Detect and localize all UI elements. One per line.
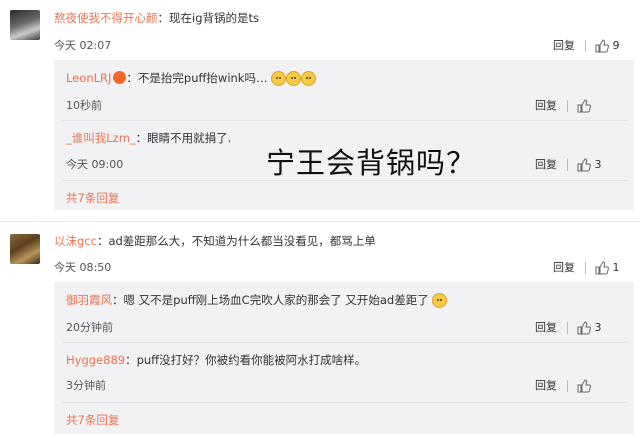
reply-actions: 回复 3 bbox=[535, 156, 602, 172]
reply-button[interactable]: 回复 bbox=[535, 321, 557, 334]
more-replies-link[interactable]: 共7条回复 bbox=[66, 412, 119, 428]
reply-button[interactable]: 回复 bbox=[535, 158, 557, 171]
reply-username[interactable]: LeonLRJ bbox=[66, 71, 111, 85]
like-count: 1 bbox=[612, 261, 620, 274]
reply-text: ：puff没打好？你被约看你能被阿水打成啥样。 bbox=[125, 353, 367, 367]
divider bbox=[62, 120, 628, 121]
more-replies-link[interactable]: 共7条回复 bbox=[66, 190, 119, 206]
emoji-icon bbox=[432, 293, 448, 308]
reply-time: 10秒前 bbox=[66, 99, 102, 112]
reply-button[interactable]: 回复 bbox=[553, 261, 575, 274]
like-count: 9 bbox=[612, 39, 620, 52]
reply-2-2: Hygge889：puff没打好？你被约看你能被阿水打成啥样。 bbox=[66, 352, 366, 368]
reply-button[interactable]: 回复 bbox=[535, 379, 557, 392]
divider bbox=[584, 40, 586, 52]
reply-text: ：不是抬完puff抬wink吗… bbox=[126, 71, 268, 85]
like-count: 3 bbox=[594, 321, 602, 334]
divider bbox=[62, 342, 628, 343]
like-count: 3 bbox=[594, 158, 602, 171]
comment-2-time: 今天 08:50 bbox=[54, 261, 112, 274]
divider bbox=[566, 100, 568, 112]
comment-1-time: 今天 02:07 bbox=[54, 39, 112, 52]
thumbs-up-icon[interactable] bbox=[577, 158, 591, 172]
thumbs-up-icon[interactable] bbox=[595, 261, 609, 275]
emoji-icon bbox=[286, 71, 302, 86]
comment-1-username[interactable]: 熬夜使我不得开心颜 bbox=[54, 11, 158, 25]
avatar[interactable] bbox=[10, 10, 40, 40]
comment-2-actions: 回复 1 bbox=[553, 259, 620, 275]
reply-time: 今天 09:00 bbox=[66, 158, 124, 171]
divider bbox=[584, 262, 586, 274]
comment-2-text: ：ad差距那么大，不知道为什么都当没看见，都骂上单 bbox=[96, 234, 376, 248]
reply-button[interactable]: 回复 bbox=[553, 39, 575, 52]
emoji-icon bbox=[271, 71, 287, 86]
reply-time: 20分钟前 bbox=[66, 321, 113, 334]
reply-actions: 回复 bbox=[535, 97, 591, 113]
reply-1-2: _谁叫我Lzm_：眼睛不用就捐了. bbox=[66, 130, 231, 146]
reply-1-1: LeonLRJ ：不是抬完puff抬wink吗… bbox=[66, 70, 317, 86]
comment-2: 以沫gcc：ad差距那么大，不知道为什么都当没看见，都骂上单 bbox=[54, 233, 376, 249]
comment-1-actions: 回复 9 bbox=[553, 37, 620, 53]
comment-2-username[interactable]: 以沫gcc bbox=[54, 234, 97, 248]
reply-button[interactable]: 回复 bbox=[535, 99, 557, 112]
comment-1-text: ：现在ig背锅的是ts bbox=[157, 11, 260, 25]
reply-actions: 回复 bbox=[535, 377, 591, 393]
reply-text: ：眼睛不用就捐了. bbox=[135, 131, 232, 145]
reply-2-1: 御羽霞风：嗯 又不是puff刚上场血C完吹人家的那会了 又开始ad差距了 bbox=[66, 292, 448, 308]
thumbs-up-icon[interactable] bbox=[577, 379, 591, 393]
reply-username[interactable]: _谁叫我Lzm_ bbox=[66, 131, 136, 145]
thumbs-up-icon[interactable] bbox=[577, 99, 591, 113]
divider bbox=[62, 402, 628, 403]
reply-username[interactable]: Hygge889 bbox=[66, 353, 125, 367]
reply-text: ：嗯 又不是puff刚上场血C完吹人家的那会了 又开始ad差距了 bbox=[112, 293, 429, 307]
vip-badge-icon bbox=[113, 71, 127, 84]
divider bbox=[566, 159, 568, 171]
reply-time: 3分钟前 bbox=[66, 379, 106, 392]
avatar[interactable] bbox=[10, 234, 40, 264]
divider bbox=[566, 380, 568, 392]
divider bbox=[566, 322, 568, 334]
emoji-icon bbox=[301, 71, 317, 86]
comment-1: 熬夜使我不得开心颜：现在ig背锅的是ts bbox=[54, 10, 259, 26]
divider bbox=[0, 221, 640, 222]
overlay-caption: 宁王会背锅吗？ bbox=[266, 146, 477, 180]
reply-actions: 回复 3 bbox=[535, 319, 602, 335]
thumbs-up-icon[interactable] bbox=[595, 39, 609, 53]
thumbs-up-icon[interactable] bbox=[577, 321, 591, 335]
reply-username[interactable]: 御羽霞风 bbox=[66, 293, 112, 307]
